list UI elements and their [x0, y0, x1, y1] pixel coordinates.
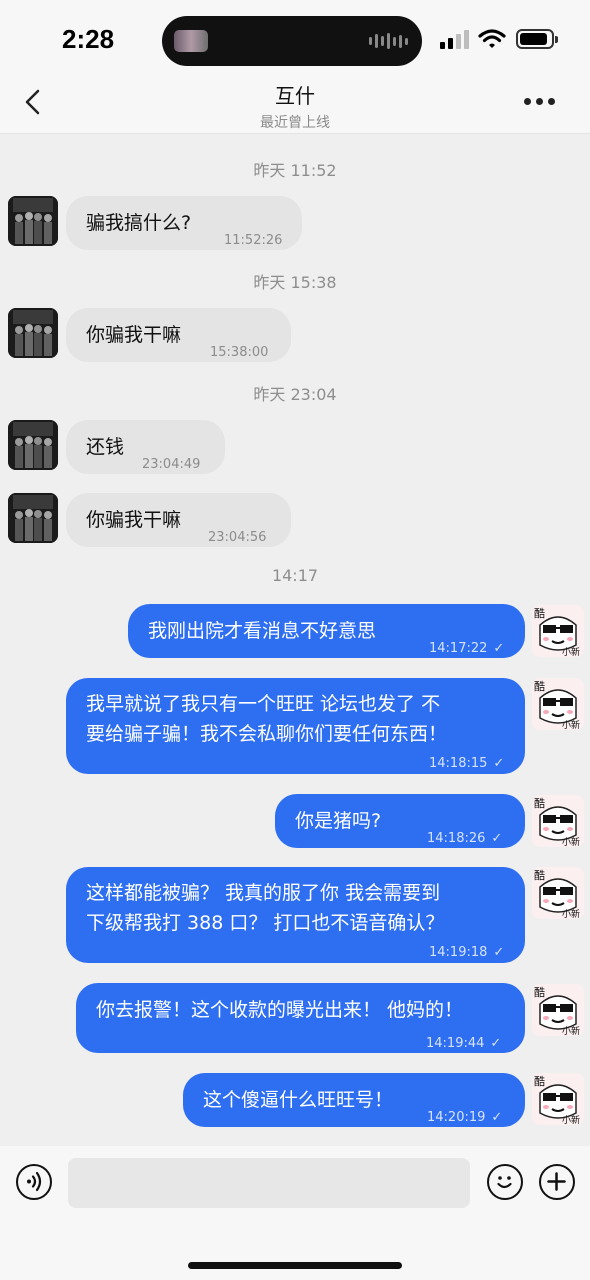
time-separator: 昨天 15:38 [253, 273, 337, 292]
audio-wave-icon [369, 33, 408, 49]
read-check-icon: ✓ [493, 641, 505, 656]
outgoing-message[interactable]: 这个傻逼什么旺旺号！ 14:20:19 ✓ [183, 1073, 525, 1127]
read-check-icon: ✓ [490, 1036, 502, 1051]
message-text: 骗我搞什么? [86, 212, 192, 234]
incoming-message[interactable]: 你骗我干嘛 15:38:00 [66, 308, 291, 362]
input-bar [0, 1146, 590, 1280]
avatar-caption-bottom: 小新 [562, 1114, 580, 1125]
emoji-icon[interactable] [487, 1164, 523, 1200]
more-dots-icon[interactable] [524, 98, 555, 105]
avatar-caption-bottom: 小新 [562, 719, 580, 730]
chat-title: 互什 [275, 84, 315, 108]
home-indicator[interactable] [188, 1262, 402, 1269]
outgoing-message[interactable]: 我早就说了我只有一个旺旺 论坛也发了 不 要给骗子骗！我不会私聊你们要任何东西！… [66, 678, 525, 774]
dynamic-island [162, 16, 422, 66]
avatar-caption-bottom: 小新 [562, 646, 580, 657]
avatar-caption-top: 酷 [534, 986, 545, 999]
status-time: 2:28 [62, 24, 115, 54]
avatar-caption-top: 酷 [534, 797, 545, 810]
message-time: 14:18:26 ✓ [427, 831, 503, 846]
battery-icon [516, 29, 558, 49]
avatar-caption-top: 酷 [534, 869, 545, 882]
time-separator: 昨天 11:52 [253, 161, 337, 180]
message-time: 14:17:22 ✓ [429, 641, 505, 656]
time-separator: 14:17 [271, 566, 319, 585]
outgoing-message[interactable]: 你去报警！这个收款的曝光出来！ 他妈的！ 14:19:44 ✓ [76, 983, 525, 1053]
message-text: 你是猪吗? [295, 810, 382, 832]
outgoing-message[interactable]: 这样都能被骗？ 我真的服了你 我会需要到 下级帮我打 388 口？ 打口也不语音… [66, 867, 525, 963]
plus-icon[interactable] [539, 1164, 575, 1200]
read-check-icon: ✓ [493, 945, 505, 960]
cellular-signal-icon [440, 30, 469, 49]
avatar-caption-bottom: 小新 [562, 836, 580, 847]
message-text: 你骗我干嘛 [86, 509, 182, 531]
contact-avatar[interactable] [8, 420, 58, 470]
message-time: 11:52:26 [224, 233, 283, 248]
outgoing-message[interactable]: 你是猪吗? 14:18:26 ✓ [275, 794, 525, 848]
message-input[interactable] [68, 1158, 470, 1208]
message-time: 14:19:18 ✓ [429, 945, 505, 960]
read-check-icon: ✓ [493, 756, 505, 771]
voice-icon[interactable] [16, 1164, 52, 1200]
message-text: 你骗我干嘛 [86, 324, 182, 346]
wifi-icon [478, 29, 506, 48]
avatar-caption-top: 酷 [534, 607, 545, 620]
time-separator: 昨天 23:04 [253, 385, 337, 404]
message-text: 我刚出院才看消息不好意思 [148, 620, 377, 642]
status-bar: 2:28 [0, 0, 590, 70]
message-time: 14:18:15 ✓ [429, 756, 505, 771]
my-avatar[interactable]: 酷小新 [532, 678, 584, 730]
read-check-icon: ✓ [491, 1110, 503, 1125]
message-time: 15:38:00 [210, 345, 269, 360]
message-text-line: 这样都能被骗？ 我真的服了你 我会需要到 [86, 882, 441, 904]
contact-avatar[interactable] [8, 196, 58, 246]
presence-status: 最近曾上线 [260, 115, 330, 131]
outgoing-message[interactable]: 我刚出院才看消息不好意思 14:17:22 ✓ [128, 604, 525, 658]
message-time: 23:04:56 [208, 530, 267, 545]
my-avatar[interactable]: 酷小新 [532, 795, 584, 847]
avatar-caption-top: 酷 [534, 680, 545, 693]
read-check-icon: ✓ [491, 831, 503, 846]
my-avatar[interactable]: 酷小新 [532, 1073, 584, 1125]
incoming-message[interactable]: 还钱 23:04:49 [66, 420, 225, 474]
message-text: 这个傻逼什么旺旺号！ [203, 1089, 394, 1111]
message-time: 14:20:19 ✓ [427, 1110, 503, 1125]
now-playing-thumbnail [174, 30, 208, 52]
contact-avatar[interactable] [8, 308, 58, 358]
avatar-caption-bottom: 小新 [562, 1025, 580, 1036]
chat-header: 互什 最近曾上线 [0, 70, 590, 134]
my-avatar[interactable]: 酷小新 [532, 984, 584, 1036]
my-avatar[interactable]: 酷小新 [532, 867, 584, 919]
message-text-line: 下级帮我打 388 口？ 打口也不语音确认？ [86, 912, 445, 934]
message-text-line: 要给骗子骗！我不会私聊你们要任何东西！ [86, 723, 448, 745]
message-text: 你去报警！这个收款的曝光出来！ 他妈的！ [96, 999, 464, 1021]
message-time: 14:19:44 ✓ [426, 1036, 502, 1051]
incoming-message[interactable]: 你骗我干嘛 23:04:56 [66, 493, 291, 547]
incoming-message[interactable]: 骗我搞什么? 11:52:26 [66, 196, 302, 250]
message-time: 23:04:49 [142, 457, 201, 472]
my-avatar[interactable]: 酷小新 [532, 605, 584, 657]
message-text: 还钱 [86, 436, 125, 458]
avatar-caption-top: 酷 [534, 1075, 545, 1088]
avatar-caption-bottom: 小新 [562, 908, 580, 919]
contact-avatar[interactable] [8, 493, 58, 543]
message-text-line: 我早就说了我只有一个旺旺 论坛也发了 不 [86, 693, 441, 715]
